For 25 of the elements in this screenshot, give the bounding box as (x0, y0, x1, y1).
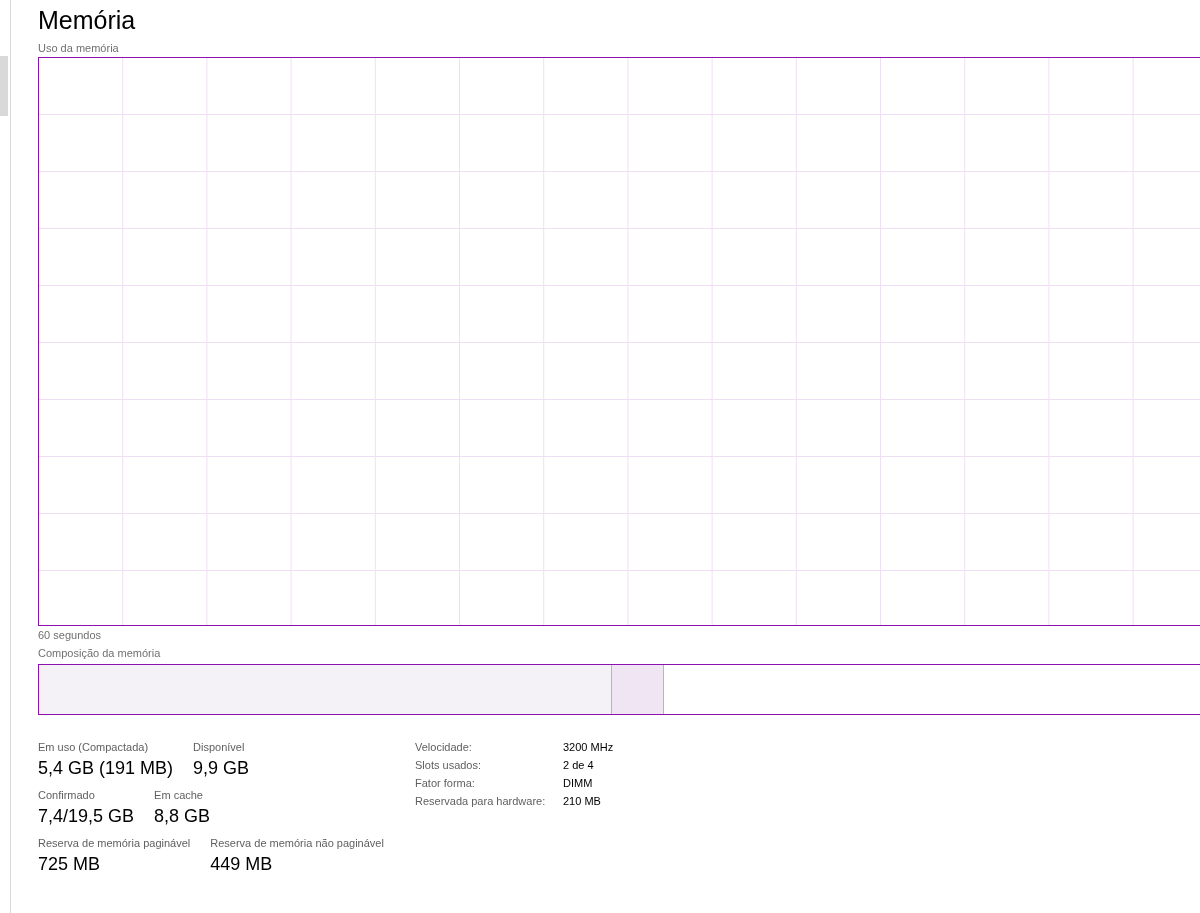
stat-value: 5,4 GB (191 MB) (38, 757, 174, 780)
stat-label: Em uso (Compactada) (38, 740, 150, 754)
stat-value: 9,9 GB (193, 757, 250, 780)
property-label: Fator forma: (415, 776, 476, 790)
stat-label: Em cache (154, 788, 204, 802)
stat-value: 449 MB (210, 853, 274, 876)
property-value: 210 MB (563, 794, 602, 808)
stat-label: Disponível (193, 740, 246, 754)
time-span-label: 60 segundos (38, 629, 102, 642)
stat-value: 725 MB (38, 853, 102, 876)
property-label: Velocidade: (415, 740, 473, 754)
scrollbar-thumb[interactable] (0, 56, 8, 116)
stat-label: Reserva de memória não paginável (210, 836, 384, 850)
stat-label: Confirmado (38, 788, 96, 802)
stat-label: Reserva de memória paginável (38, 836, 191, 850)
property-value: 3200 MHz (563, 740, 614, 754)
property-label: Slots usados: (415, 758, 483, 772)
stat-value: 8,8 GB (154, 805, 211, 828)
stat-value: 7,4/19,5 GB (38, 805, 135, 828)
property-label: Reservada para hardware: (415, 794, 547, 808)
page-title: Memória (38, 5, 137, 35)
property-value: 2 de 4 (563, 758, 595, 772)
chart-label: Composição da memória (38, 647, 162, 660)
property-value: DIMM (563, 776, 594, 790)
chart-label: Uso da memória (38, 42, 120, 55)
